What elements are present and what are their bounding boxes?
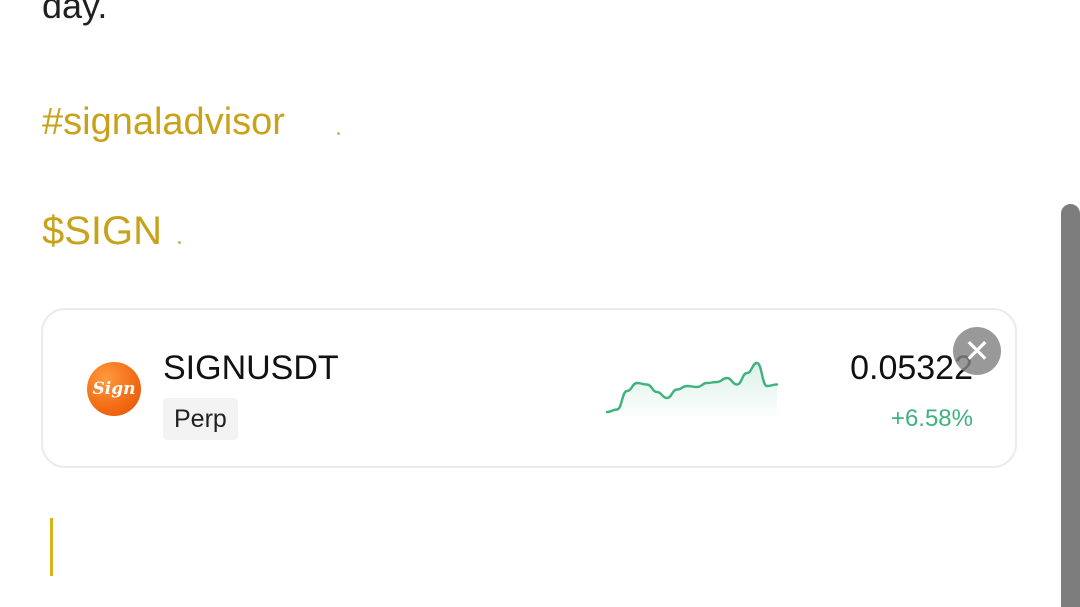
post-body-text: day. bbox=[42, 0, 108, 26]
post-editor: day. #signaladvisor $SIGN Sign SIGNUSDT … bbox=[0, 0, 1080, 607]
price-sparkline bbox=[605, 361, 779, 416]
contract-type-badge: Perp bbox=[163, 398, 238, 440]
price-change-percent: +6.58% bbox=[890, 405, 973, 432]
logo-text: Sign bbox=[92, 379, 136, 399]
ticker-card[interactable]: Sign SIGNUSDT Perp 0.05322 +6.58% bbox=[41, 308, 1017, 468]
remove-card-button[interactable]: ✕ bbox=[953, 327, 1001, 375]
scrollbar-thumb[interactable] bbox=[1061, 204, 1080, 607]
sign-logo-icon: Sign bbox=[87, 362, 141, 416]
hashtag-link[interactable]: #signaladvisor bbox=[42, 98, 285, 146]
cashtag-link[interactable]: $SIGN bbox=[42, 206, 162, 256]
separator-dot bbox=[337, 132, 340, 135]
separator-dot bbox=[178, 241, 181, 244]
text-cursor[interactable] bbox=[50, 518, 53, 576]
ticker-symbol: SIGNUSDT bbox=[163, 349, 339, 387]
